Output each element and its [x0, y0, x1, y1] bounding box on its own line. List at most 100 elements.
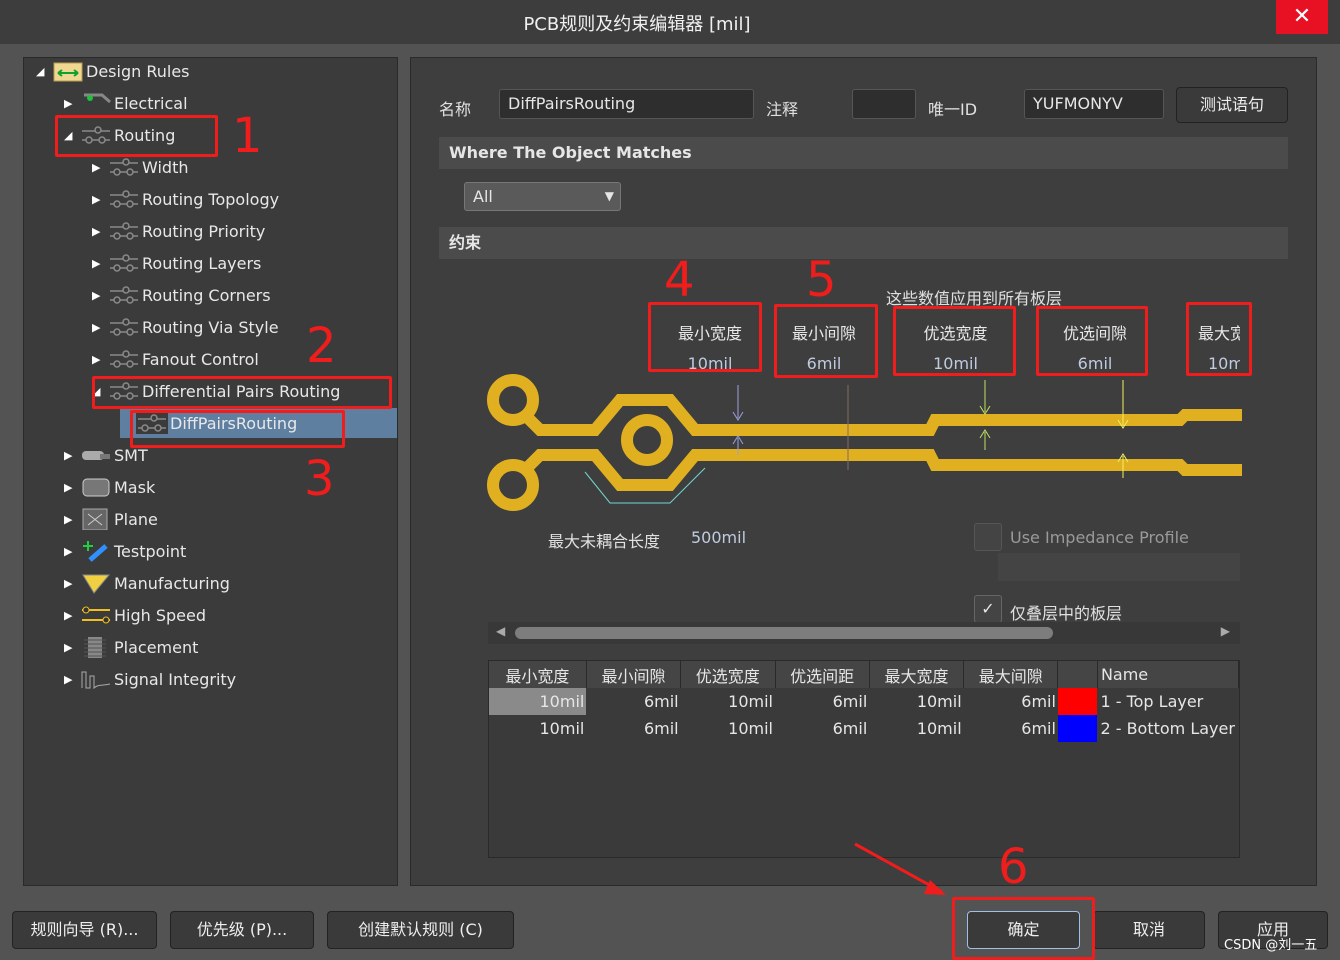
table-cell[interactable]: 6mil: [964, 688, 1058, 715]
tree-item[interactable]: ▶ Electrical: [64, 88, 188, 118]
constraints-header: 约束: [439, 227, 1288, 259]
tree-item[interactable]: ▶ Mask: [64, 472, 155, 502]
tree-item-label: Design Rules: [86, 61, 190, 81]
column-header[interactable]: Name: [1097, 661, 1240, 688]
expand-arrow-icon[interactable]: ▶: [64, 481, 80, 494]
column-header[interactable]: 最大间隙: [963, 661, 1059, 688]
where-object-matches-header: Where The Object Matches: [439, 137, 1288, 169]
routing-icon: [108, 156, 140, 178]
priority-button[interactable]: 优先级 (P)...: [170, 911, 314, 949]
table-cell[interactable]: 6mil: [586, 715, 680, 742]
name-input[interactable]: DiffPairsRouting: [499, 89, 754, 119]
table-row[interactable]: 10mil 6mil 10mil 6mil 10mil 6mil 2 - Bottom La…: [489, 715, 1239, 742]
tree-item[interactable]: ▶ Routing Via Style: [92, 312, 279, 342]
annotation-box-6: [952, 897, 1095, 960]
table-cell[interactable]: 10mil: [489, 715, 586, 742]
horizontal-scrollbar[interactable]: ◀ ▶: [488, 622, 1240, 644]
tree-item-label: High Speed: [114, 605, 207, 625]
close-button[interactable]: ✕: [1276, 0, 1328, 34]
window-title: PCB规则及约束编辑器 [mil]: [523, 14, 751, 35]
scroll-left-icon[interactable]: ◀: [496, 624, 505, 638]
column-header[interactable]: 最小宽度: [489, 661, 587, 688]
high-speed-icon: [80, 604, 112, 626]
routing-icon: [108, 284, 140, 306]
tree-item[interactable]: ▶ Routing Topology: [92, 184, 279, 214]
collapse-arrow-icon[interactable]: ◢: [36, 65, 52, 78]
tree-item[interactable]: ▶ Plane: [64, 504, 158, 534]
table-cell[interactable]: 10mil: [489, 688, 587, 715]
layer-name: 2 - Bottom Layer: [1100, 719, 1235, 738]
table-cell[interactable]: 6mil: [586, 688, 680, 715]
match-dropdown-value: All: [473, 187, 493, 206]
tree-item-label: Fanout Control: [142, 349, 259, 369]
tree-item-label: Routing Via Style: [142, 317, 279, 337]
tree-item[interactable]: ◢ Design Rules: [36, 56, 190, 86]
tree-item[interactable]: ▶ Routing Layers: [92, 248, 261, 278]
table-cell[interactable]: 6mil: [775, 715, 869, 742]
expand-arrow-icon[interactable]: ▶: [64, 577, 80, 590]
expand-arrow-icon[interactable]: ▶: [64, 673, 80, 686]
expand-arrow-icon[interactable]: ▶: [92, 321, 108, 334]
test-query-button[interactable]: 测试语句: [1176, 87, 1288, 123]
tree-item[interactable]: ▶ Routing Corners: [92, 280, 271, 310]
table-cell[interactable]: 10mil: [869, 688, 963, 715]
scrollbar-thumb[interactable]: [515, 627, 1053, 639]
table-cell[interactable]: 10mil: [681, 688, 775, 715]
expand-arrow-icon[interactable]: ▶: [64, 641, 80, 654]
tree-item[interactable]: ▶ Fanout Control: [92, 344, 259, 374]
annotation-number-1: 1: [232, 108, 263, 164]
match-dropdown[interactable]: All ▼: [464, 182, 621, 211]
column-header[interactable]: 优选宽度: [680, 661, 776, 688]
annotation-box-4: [648, 302, 762, 372]
expand-arrow-icon[interactable]: ▶: [92, 161, 108, 174]
column-header[interactable]: 最大宽度: [869, 661, 965, 688]
expand-arrow-icon[interactable]: ▶: [64, 513, 80, 526]
impedance-checkbox[interactable]: [974, 523, 1002, 551]
column-header[interactable]: [1057, 661, 1098, 688]
tree-item-label: Signal Integrity: [114, 669, 237, 689]
create-default-rules-button[interactable]: 创建默认规则 (C): [327, 911, 514, 949]
rule-wizard-button[interactable]: 规则向导 (R)...: [12, 911, 157, 949]
layer-name: 1 - Top Layer: [1100, 692, 1204, 711]
uid-input[interactable]: YUFMONYV: [1024, 89, 1164, 119]
name-label: 名称: [439, 100, 472, 119]
expand-arrow-icon[interactable]: ▶: [92, 289, 108, 302]
layer-table: 最小宽度 最小间隙 优选宽度 优选间距 最大宽度 最大间隙 Name 10mil 6mil 10…: [488, 660, 1240, 858]
tree-item[interactable]: ▶ Placement: [64, 632, 198, 662]
expand-arrow-icon[interactable]: ▶: [92, 225, 108, 238]
table-cell[interactable]: 6mil: [775, 688, 869, 715]
expand-arrow-icon[interactable]: ▶: [92, 257, 108, 270]
column-header[interactable]: 优选间距: [775, 661, 870, 688]
cancel-button[interactable]: 取消: [1093, 911, 1205, 949]
max-uncoupled-value[interactable]: 500mil: [691, 528, 746, 547]
column-header[interactable]: 最小间隙: [586, 661, 682, 688]
tree-item-label: Electrical: [114, 93, 188, 113]
expand-arrow-icon[interactable]: ▶: [64, 545, 80, 558]
uid-label: 唯一ID: [928, 100, 978, 119]
table-cell[interactable]: 6mil: [964, 715, 1058, 742]
expand-arrow-icon[interactable]: ▶: [64, 449, 80, 462]
expand-arrow-icon[interactable]: ▶: [64, 97, 80, 110]
tree-item[interactable]: ▶ Signal Integrity: [64, 664, 236, 694]
scroll-right-icon[interactable]: ▶: [1221, 624, 1230, 638]
table-cell[interactable]: 10mil: [869, 715, 963, 742]
testpoint-icon: [80, 540, 112, 562]
annotation-box-3: [130, 410, 345, 448]
tree-item[interactable]: ▶ High Speed: [64, 600, 206, 630]
stack-only-checkbox[interactable]: ✓: [974, 595, 1002, 623]
impedance-profile-select[interactable]: [998, 553, 1240, 581]
tree-item[interactable]: ▶ Manufacturing: [64, 568, 230, 598]
tree-item[interactable]: ▶ Routing Priority: [92, 216, 265, 246]
comment-input[interactable]: [852, 89, 916, 119]
expand-arrow-icon[interactable]: ▶: [64, 609, 80, 622]
expand-arrow-icon[interactable]: ▶: [92, 193, 108, 206]
table-cell[interactable]: 10mil: [681, 715, 775, 742]
tree-item-label: Manufacturing: [114, 573, 230, 593]
tree-item-label: Testpoint: [114, 541, 187, 561]
routing-icon: [108, 348, 140, 370]
table-row[interactable]: 10mil 6mil 10mil 6mil 10mil 6mil 1 - Top Layer: [489, 688, 1239, 715]
expand-arrow-icon[interactable]: ▶: [92, 353, 108, 366]
tree-item[interactable]: ▶ Testpoint: [64, 536, 186, 566]
electrical-icon: [80, 92, 112, 114]
folder-rules-icon: [52, 60, 84, 82]
